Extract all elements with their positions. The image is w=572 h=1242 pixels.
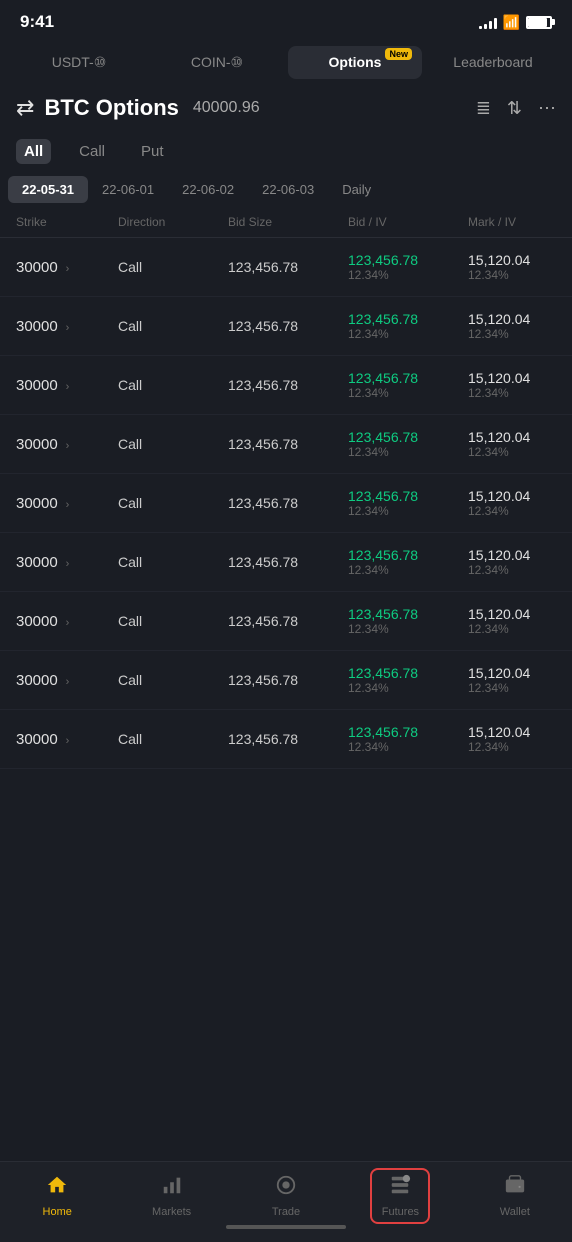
markiv-cell: 15,120.04 12.34% bbox=[460, 370, 572, 400]
markiv-cell: 15,120.04 12.34% bbox=[460, 724, 572, 754]
table-row[interactable]: 30000 › Call 123,456.78 123,456.78 12.34… bbox=[0, 533, 572, 592]
table-row[interactable]: 30000 › Call 123,456.78 123,456.78 12.34… bbox=[0, 415, 572, 474]
filter-icon[interactable]: ≣ bbox=[476, 98, 491, 119]
wifi-icon: 📶 bbox=[503, 14, 520, 31]
bidiv-cell: 123,456.78 12.34% bbox=[340, 547, 460, 577]
direction-cell: Call bbox=[110, 377, 220, 393]
date-tab-3[interactable]: 22-06-03 bbox=[248, 176, 328, 203]
direction-cell: Call bbox=[110, 672, 220, 688]
status-time: 9:41 bbox=[20, 12, 54, 32]
strike-cell: 30000 › bbox=[0, 259, 110, 276]
direction-cell: Call bbox=[110, 259, 220, 275]
table-row[interactable]: 30000 › Call 123,456.78 123,456.78 12.34… bbox=[0, 651, 572, 710]
direction-cell: Call bbox=[110, 613, 220, 629]
bidsize-cell: 123,456.78 bbox=[220, 495, 340, 511]
current-price: 40000.96 bbox=[193, 99, 260, 117]
page-header: ⇄ BTC Options 40000.96 ≣ ⇅ ⋯ bbox=[0, 85, 572, 131]
wallet-icon bbox=[504, 1174, 526, 1202]
table-row[interactable]: 30000 › Call 123,456.78 123,456.78 12.34… bbox=[0, 474, 572, 533]
col-bidiv: Bid / IV bbox=[340, 215, 460, 229]
bidiv-cell: 123,456.78 12.34% bbox=[340, 488, 460, 518]
bidsize-cell: 123,456.78 bbox=[220, 613, 340, 629]
sort-icon[interactable]: ⇅ bbox=[507, 98, 522, 119]
battery-icon bbox=[526, 16, 552, 29]
status-icons: 📶 bbox=[479, 14, 552, 31]
home-icon bbox=[46, 1174, 68, 1202]
markiv-cell: 15,120.04 12.34% bbox=[460, 429, 572, 459]
strike-cell: 30000 › bbox=[0, 731, 110, 748]
direction-cell: Call bbox=[110, 436, 220, 452]
markiv-cell: 15,120.04 12.34% bbox=[460, 311, 572, 341]
home-indicator bbox=[0, 1208, 572, 1238]
filter-all[interactable]: All bbox=[16, 139, 51, 164]
page-title: BTC Options bbox=[44, 95, 178, 121]
filter-call[interactable]: Call bbox=[71, 139, 113, 164]
col-direction: Direction bbox=[110, 215, 220, 229]
options-table: Strike Direction Bid Size Bid / IV Mark … bbox=[0, 207, 572, 849]
strike-cell: 30000 › bbox=[0, 613, 110, 630]
bidiv-cell: 123,456.78 12.34% bbox=[340, 252, 460, 282]
markiv-cell: 15,120.04 12.34% bbox=[460, 606, 572, 636]
strike-cell: 30000 › bbox=[0, 495, 110, 512]
tab-usdt[interactable]: USDT-⑩ bbox=[12, 46, 146, 79]
col-markiv: Mark / IV bbox=[460, 215, 572, 229]
more-icon[interactable]: ⋯ bbox=[538, 98, 556, 119]
bidiv-cell: 123,456.78 12.34% bbox=[340, 606, 460, 636]
bidsize-cell: 123,456.78 bbox=[220, 554, 340, 570]
markiv-cell: 15,120.04 12.34% bbox=[460, 547, 572, 577]
swap-icon[interactable]: ⇄ bbox=[16, 95, 34, 121]
direction-cell: Call bbox=[110, 731, 220, 747]
header-actions: ≣ ⇅ ⋯ bbox=[476, 98, 556, 119]
strike-cell: 30000 › bbox=[0, 377, 110, 394]
table-row[interactable]: 30000 › Call 123,456.78 123,456.78 12.34… bbox=[0, 356, 572, 415]
bidsize-cell: 123,456.78 bbox=[220, 318, 340, 334]
col-strike: Strike bbox=[0, 215, 110, 229]
markiv-cell: 15,120.04 12.34% bbox=[460, 665, 572, 695]
filter-put[interactable]: Put bbox=[133, 139, 172, 164]
bidsize-cell: 123,456.78 bbox=[220, 731, 340, 747]
col-bidsize: Bid Size bbox=[220, 215, 340, 229]
date-tab-4[interactable]: Daily bbox=[328, 176, 385, 203]
new-badge: New bbox=[385, 48, 412, 60]
futures-icon bbox=[389, 1174, 411, 1202]
table-row[interactable]: 30000 › Call 123,456.78 123,456.78 12.34… bbox=[0, 297, 572, 356]
table-row[interactable]: 30000 › Call 123,456.78 123,456.78 12.34… bbox=[0, 238, 572, 297]
date-tab-2[interactable]: 22-06-02 bbox=[168, 176, 248, 203]
trade-icon bbox=[275, 1174, 297, 1202]
markiv-cell: 15,120.04 12.34% bbox=[460, 252, 572, 282]
date-tab-0[interactable]: 22-05-31 bbox=[8, 176, 88, 203]
bidiv-cell: 123,456.78 12.34% bbox=[340, 665, 460, 695]
date-tab-1[interactable]: 22-06-01 bbox=[88, 176, 168, 203]
tab-options[interactable]: Options New bbox=[288, 46, 422, 79]
direction-cell: Call bbox=[110, 554, 220, 570]
table-body: 30000 › Call 123,456.78 123,456.78 12.34… bbox=[0, 238, 572, 769]
bidsize-cell: 123,456.78 bbox=[220, 672, 340, 688]
bidiv-cell: 123,456.78 12.34% bbox=[340, 311, 460, 341]
table-row[interactable]: 30000 › Call 123,456.78 123,456.78 12.34… bbox=[0, 710, 572, 769]
tab-leaderboard[interactable]: Leaderboard bbox=[426, 46, 560, 79]
markiv-cell: 15,120.04 12.34% bbox=[460, 488, 572, 518]
bidsize-cell: 123,456.78 bbox=[220, 259, 340, 275]
strike-cell: 30000 › bbox=[0, 436, 110, 453]
markets-icon bbox=[161, 1174, 183, 1202]
table-row[interactable]: 30000 › Call 123,456.78 123,456.78 12.34… bbox=[0, 592, 572, 651]
bidiv-cell: 123,456.78 12.34% bbox=[340, 429, 460, 459]
top-tabs: USDT-⑩ COIN-⑩ Options New Leaderboard bbox=[0, 40, 572, 85]
strike-cell: 30000 › bbox=[0, 554, 110, 571]
bidsize-cell: 123,456.78 bbox=[220, 377, 340, 393]
bidiv-cell: 123,456.78 12.34% bbox=[340, 370, 460, 400]
direction-cell: Call bbox=[110, 495, 220, 511]
tab-coin[interactable]: COIN-⑩ bbox=[150, 46, 284, 79]
direction-cell: Call bbox=[110, 318, 220, 334]
filter-tabs: All Call Put bbox=[0, 131, 572, 172]
bidiv-cell: 123,456.78 12.34% bbox=[340, 724, 460, 754]
date-tabs: 22-05-31 22-06-01 22-06-02 22-06-03 Dail… bbox=[0, 172, 572, 207]
strike-cell: 30000 › bbox=[0, 318, 110, 335]
bidsize-cell: 123,456.78 bbox=[220, 436, 340, 452]
table-header: Strike Direction Bid Size Bid / IV Mark … bbox=[0, 207, 572, 238]
strike-cell: 30000 › bbox=[0, 672, 110, 689]
signal-icon bbox=[479, 15, 497, 29]
status-bar: 9:41 📶 bbox=[0, 0, 572, 40]
